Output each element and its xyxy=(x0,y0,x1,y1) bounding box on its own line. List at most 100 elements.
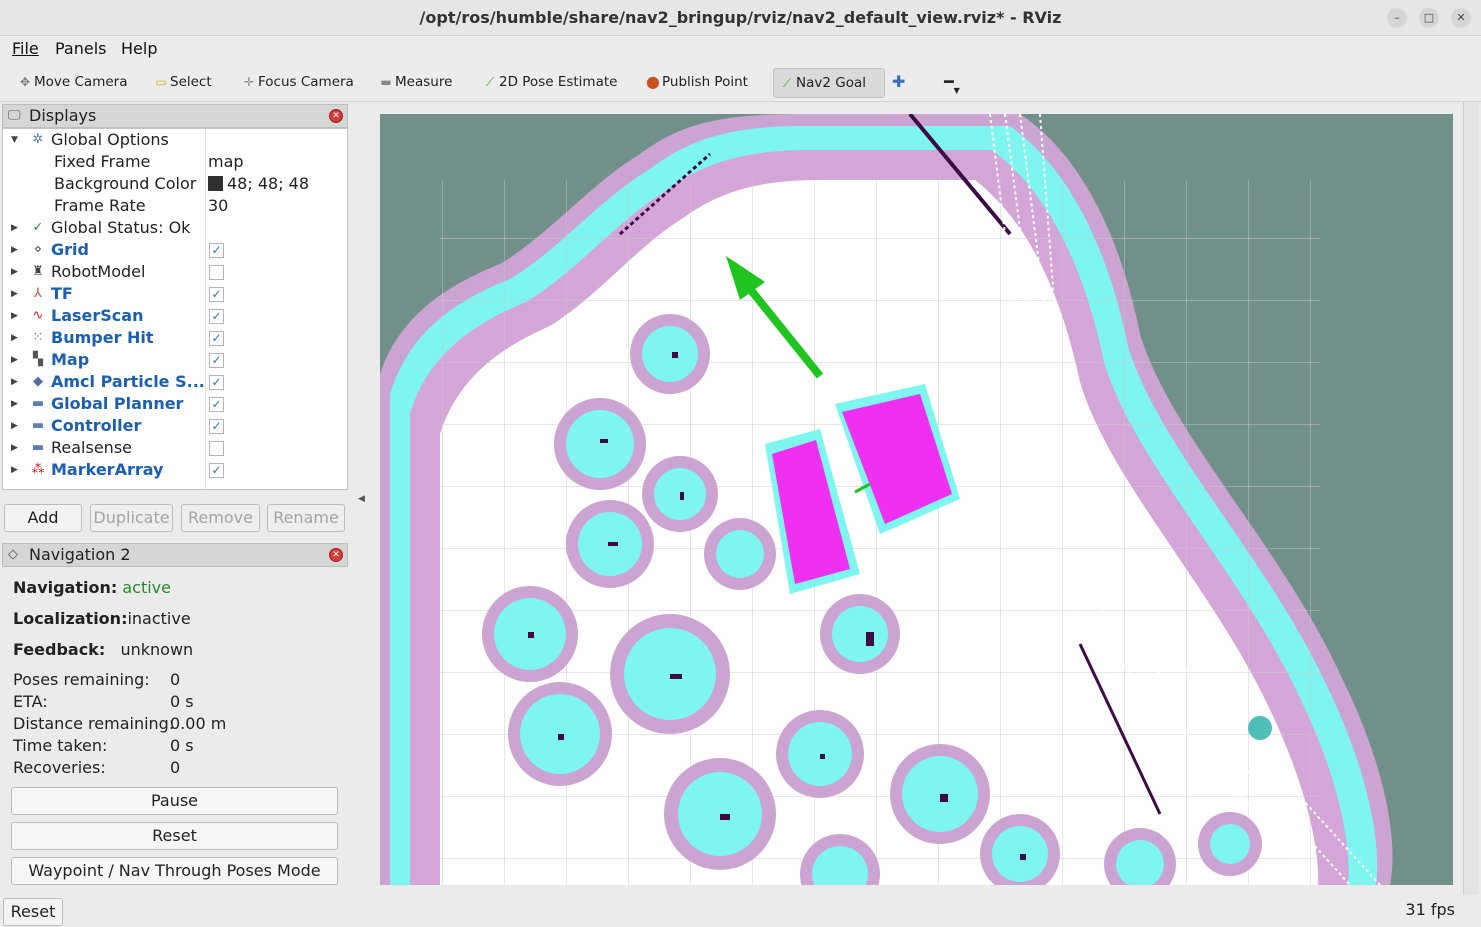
menu-file[interactable]: File xyxy=(12,39,39,58)
tree-label: Bumper Hit xyxy=(51,328,154,347)
stat-label: Distance remaining: xyxy=(13,714,175,733)
robotmodel-checkbox[interactable] xyxy=(209,265,224,280)
tool-publish-point[interactable]: ⬤ Publish Point xyxy=(640,68,754,98)
expand-arrow-icon[interactable]: ▶ xyxy=(11,239,18,261)
menu-panels[interactable]: Panels xyxy=(55,39,107,58)
expand-arrow-icon[interactable]: ▶ xyxy=(11,437,18,459)
global-planner-checkbox[interactable]: ✓ xyxy=(209,397,224,412)
add-button[interactable]: Add xyxy=(4,504,82,532)
axes-icon: ⅄ xyxy=(34,286,42,301)
expand-arrow-icon[interactable]: ▶ xyxy=(11,327,18,349)
expand-arrow-icon[interactable]: ▶ xyxy=(11,415,18,437)
tree-row-bumper-hit[interactable]: ▶ ⁙ Bumper Hit ✓ xyxy=(3,327,347,349)
laserscan-checkbox[interactable]: ✓ xyxy=(209,309,224,324)
expand-arrow-icon[interactable]: ▶ xyxy=(11,283,18,305)
tree-row-realsense[interactable]: ▶ ▬ Realsense xyxy=(3,437,347,459)
reset-nav-button[interactable]: Reset xyxy=(11,822,338,850)
title-bar: /opt/ros/humble/share/nav2_bringup/rviz/… xyxy=(0,0,1481,36)
tree-row-global-options[interactable]: ▼ ✲ Global Options xyxy=(3,129,347,151)
expand-arrow-icon[interactable]: ▶ xyxy=(11,305,18,327)
tree-row-controller[interactable]: ▶ ▬ Controller ✓ xyxy=(3,415,347,437)
fixed-frame-value[interactable]: map xyxy=(208,151,244,173)
expand-arrow-icon[interactable]: ▶ xyxy=(11,261,18,283)
expand-arrow-icon[interactable]: ▶ xyxy=(11,217,18,239)
fps-counter: 31 fps xyxy=(1405,900,1455,919)
tool-move-camera[interactable]: ✥ Move Camera xyxy=(12,68,133,98)
pose-estimate-icon: ⟋ xyxy=(485,75,495,89)
point-cloud-icon: ⁙ xyxy=(32,330,44,345)
displays-panel-header: 🖵 Displays ✕ xyxy=(2,104,348,128)
amcl-particle-checkbox[interactable]: ✓ xyxy=(209,375,224,390)
tree-row-background-color[interactable]: Background Color 48; 48; 48 xyxy=(3,173,347,195)
window-title: /opt/ros/humble/share/nav2_bringup/rviz/… xyxy=(419,8,1062,27)
tool-nav2-goal[interactable]: ⟋ Nav2 Goal xyxy=(773,68,885,98)
displays-tree: ▼ ✲ Global Options Fixed Frame map Backg… xyxy=(2,128,348,490)
grid-checkbox[interactable]: ✓ xyxy=(209,243,224,258)
tree-row-global-planner[interactable]: ▶ ▬ Global Planner ✓ xyxy=(3,393,347,415)
expand-arrow-icon[interactable]: ▶ xyxy=(11,459,18,481)
frame-rate-value[interactable]: 30 xyxy=(208,195,228,217)
map-canvas[interactable] xyxy=(380,114,1453,885)
tool-label: Focus Camera xyxy=(258,74,354,90)
tree-row-amcl-particle[interactable]: ▶ ◆ Amcl Particle S... ✓ xyxy=(3,371,347,393)
expand-arrow-icon[interactable]: ▶ xyxy=(11,371,18,393)
marker-sphere xyxy=(1248,716,1272,740)
realsense-checkbox[interactable] xyxy=(209,441,224,456)
tree-label: Map xyxy=(51,350,90,369)
maximize-icon[interactable]: □ xyxy=(1419,8,1439,28)
tool-focus-camera[interactable]: ✛ Focus Camera xyxy=(236,68,360,98)
tree-label: MarkerArray xyxy=(51,460,164,479)
menu-help[interactable]: Help xyxy=(121,39,157,58)
expand-arrow-icon[interactable]: ▶ xyxy=(11,393,18,415)
tree-row-fixed-frame[interactable]: Fixed Frame map xyxy=(3,151,347,173)
tree-label: Amcl Particle S... xyxy=(51,372,205,391)
tree-label: Global Options xyxy=(51,130,169,149)
remove-button[interactable]: Remove xyxy=(181,504,260,532)
tree-label: Background Color xyxy=(54,174,197,193)
bumper-hit-checkbox[interactable]: ✓ xyxy=(209,331,224,346)
tree-label: LaserScan xyxy=(51,306,144,325)
map-checkbox[interactable]: ✓ xyxy=(209,353,224,368)
rename-button[interactable]: Rename xyxy=(267,504,345,532)
status-reset-button[interactable]: Reset xyxy=(3,898,63,926)
minimize-icon[interactable]: – xyxy=(1387,8,1407,28)
checkmark-icon: ✓ xyxy=(32,220,44,235)
close-panel-icon[interactable]: ✕ xyxy=(329,109,343,123)
render-viewport[interactable] xyxy=(380,114,1453,885)
pause-button[interactable]: Pause xyxy=(11,787,338,815)
tool-label: Publish Point xyxy=(662,74,748,90)
markerarray-checkbox[interactable]: ✓ xyxy=(209,463,224,478)
feedback-label: Feedback: xyxy=(13,640,106,659)
tree-row-tf[interactable]: ▶ ⅄ TF ✓ xyxy=(3,283,347,305)
tf-checkbox[interactable]: ✓ xyxy=(209,287,224,302)
close-panel-icon[interactable]: ✕ xyxy=(329,548,343,562)
right-scrollbar[interactable] xyxy=(1463,102,1479,895)
collapse-left-icon[interactable]: ◀ xyxy=(358,494,365,504)
duplicate-button[interactable]: Duplicate xyxy=(90,504,173,532)
tool-measure[interactable]: ▬ Measure xyxy=(373,68,458,98)
tree-row-frame-rate[interactable]: Frame Rate 30 xyxy=(3,195,347,217)
controller-checkbox[interactable]: ✓ xyxy=(209,419,224,434)
tree-row-global-status[interactable]: ▶ ✓ Global Status: Ok xyxy=(3,217,347,239)
plus-icon[interactable]: ✚ xyxy=(886,68,911,98)
tree-label: Global Status: Ok xyxy=(51,218,191,237)
waypoint-mode-button[interactable]: Waypoint / Nav Through Poses Mode xyxy=(11,857,338,885)
tool-2d-pose-estimate[interactable]: ⟋ 2D Pose Estimate xyxy=(477,68,623,98)
folder-icon: ▬ xyxy=(31,396,45,411)
tree-row-markerarray[interactable]: ▶ ⁂ MarkerArray ✓ xyxy=(3,459,347,481)
tree-label: TF xyxy=(51,284,73,303)
tree-row-map[interactable]: ▶ ▚ Map ✓ xyxy=(3,349,347,371)
tree-row-laserscan[interactable]: ▶ ∿ LaserScan ✓ xyxy=(3,305,347,327)
close-icon[interactable]: ✕ xyxy=(1451,8,1471,28)
tree-row-grid[interactable]: ▶ ⋄ Grid ✓ xyxy=(3,239,347,261)
menu-bar: File Panels Help xyxy=(0,36,1481,62)
minus-icon[interactable]: ━▼ xyxy=(938,68,966,98)
tool-select[interactable]: ▭ Select xyxy=(148,68,218,98)
collapse-arrow-icon[interactable]: ▼ xyxy=(11,129,18,151)
measure-icon: ▬ xyxy=(380,75,392,89)
tree-row-robotmodel[interactable]: ▶ ♜ RobotModel xyxy=(3,261,347,283)
select-icon: ▭ xyxy=(155,75,167,89)
stat-label: Time taken: xyxy=(13,736,108,755)
expand-arrow-icon[interactable]: ▶ xyxy=(11,349,18,371)
background-color-value[interactable]: 48; 48; 48 xyxy=(208,173,309,195)
